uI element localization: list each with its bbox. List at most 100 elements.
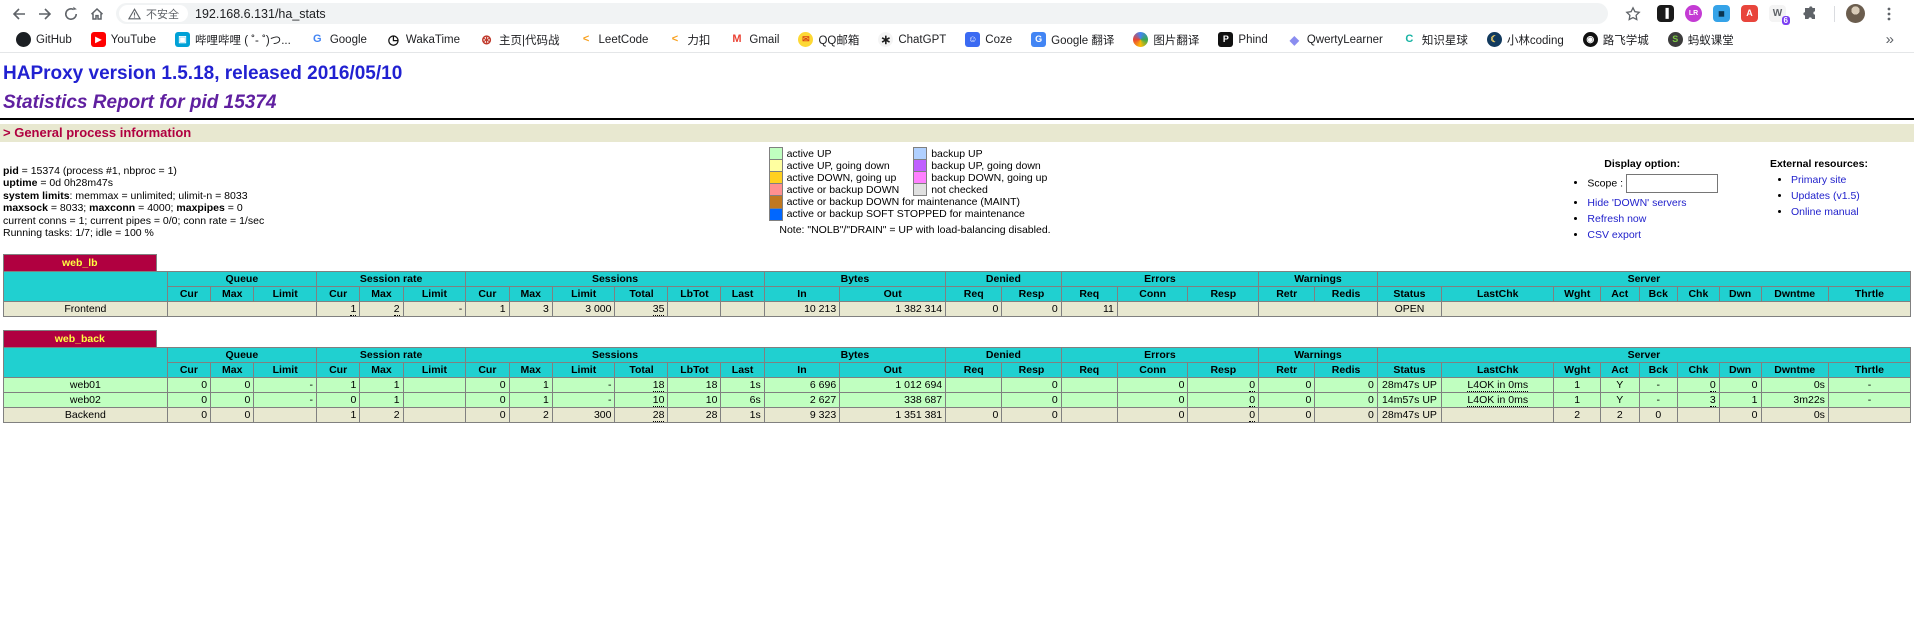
scope-input[interactable]	[1626, 174, 1718, 193]
stat-cell: 1	[509, 378, 552, 393]
security-chip-label: 不安全	[146, 6, 179, 22]
status-legend: active UPbackup UPactive UP, going downb…	[769, 144, 1062, 236]
tooltip-value: 3	[1710, 394, 1716, 407]
bookmark-item[interactable]: C知识星球	[1402, 32, 1468, 48]
stat-cell: L4OK in 0ms	[1442, 393, 1554, 408]
column-header: Limit	[552, 287, 615, 302]
stat-cell	[668, 302, 721, 317]
security-chip[interactable]: 不安全	[119, 5, 188, 22]
url-bar[interactable]: 不安全 192.168.6.131/ha_stats	[116, 3, 1608, 24]
column-header: LbTot	[668, 363, 721, 378]
stat-cell: 0	[1117, 393, 1188, 408]
stat-cell: 0	[1188, 378, 1259, 393]
bookmark-item[interactable]: ☺Coze	[965, 32, 1012, 47]
display-option-link[interactable]: Refresh now	[1587, 213, 1646, 225]
legend-swatch	[914, 184, 927, 196]
toolbar-divider	[1834, 6, 1835, 22]
google-favicon: G	[310, 32, 325, 47]
bookmark-item[interactable]: ◷WakaTime	[386, 32, 460, 47]
bookmark-item[interactable]: GGoogle 翻译	[1031, 32, 1114, 48]
screenshot-extension-icon[interactable]: ◼	[1713, 5, 1730, 22]
stat-cell: 9 323	[764, 408, 839, 423]
column-group-queue: Queue	[167, 272, 316, 287]
stat-cell: -	[552, 393, 615, 408]
bookmark-item[interactable]: ▶YouTube	[91, 32, 156, 47]
display-option-link[interactable]: Hide 'DOWN' servers	[1587, 197, 1686, 209]
youtube-favicon: ▶	[91, 32, 106, 47]
stat-cell: 35	[615, 302, 668, 317]
wappalyzer-extension-icon[interactable]: W6	[1769, 5, 1786, 22]
stat-cell: 11	[1061, 302, 1117, 317]
tooltip-value: 0	[1249, 394, 1255, 407]
bookmark-item[interactable]: ☾小林coding	[1487, 32, 1564, 48]
stat-cell: 0	[167, 393, 210, 408]
menu-kebab-icon[interactable]	[1876, 2, 1902, 26]
external-resource-link[interactable]: Online manual	[1791, 206, 1859, 218]
legend-label: active or backup DOWN for maintenance (M…	[782, 196, 1061, 209]
column-header: Wght	[1554, 287, 1601, 302]
bookmark-item[interactable]: ▣哔哩哔哩 ( ˚- ˚)つ...	[175, 32, 291, 48]
stat-cell	[1828, 408, 1910, 423]
translate-extension-icon[interactable]: A	[1741, 5, 1758, 22]
legend-label: active UP	[782, 148, 914, 160]
stat-cell: 2 627	[764, 393, 839, 408]
legend-swatch	[914, 172, 927, 184]
stat-cell	[946, 393, 1002, 408]
bookmark-item[interactable]: GitHub	[16, 32, 72, 47]
stat-cell: 0	[1259, 408, 1315, 423]
section-heading: > General process information	[0, 124, 1914, 142]
bookmark-star-icon[interactable]	[1620, 2, 1646, 26]
home-icon[interactable]	[84, 2, 110, 26]
side-panel-extension-icon[interactable]: ▐	[1657, 5, 1674, 22]
stat-cell: 1	[1719, 393, 1761, 408]
bookmarks-overflow-chevron[interactable]: »	[1886, 31, 1898, 48]
bookmark-label: 路飞学城	[1603, 32, 1649, 48]
stat-cell: -	[254, 393, 317, 408]
extensions-puzzle-icon[interactable]	[1797, 2, 1823, 26]
stat-cell: -	[1828, 378, 1910, 393]
process-info-line: maxsock = 8033; maxconn = 4000; maxpipes…	[3, 202, 769, 214]
profile-avatar[interactable]	[1846, 4, 1865, 23]
display-option-link[interactable]: CSV export	[1587, 229, 1641, 241]
stat-cell: 2	[509, 408, 552, 423]
forward-icon[interactable]	[32, 2, 58, 26]
lr-extension-icon[interactable]: LR	[1685, 5, 1702, 22]
stat-cell: 6s	[721, 393, 764, 408]
stat-cell: 0	[1315, 378, 1378, 393]
stat-cell	[403, 378, 466, 393]
stat-cell: 18	[668, 378, 721, 393]
stat-cell: 1	[316, 302, 359, 317]
stat-cell: -	[1828, 393, 1910, 408]
bookmark-item[interactable]: <力扣	[667, 32, 710, 48]
stat-cell: 300	[552, 408, 615, 423]
stats-table-web_lb: QueueSession rateSessionsBytesDeniedErro…	[3, 271, 1911, 317]
column-group-warnings: Warnings	[1259, 272, 1378, 287]
bookmark-item[interactable]: ◆QwertyLearner	[1287, 32, 1383, 47]
reload-icon[interactable]	[58, 2, 84, 26]
bookmark-item[interactable]: ◉路飞学城	[1583, 32, 1649, 48]
bookmark-item[interactable]: S蚂蚁课堂	[1668, 32, 1734, 48]
bookmark-item[interactable]: ∗ChatGPT	[878, 32, 946, 47]
column-header: Retr	[1259, 363, 1315, 378]
back-icon[interactable]	[6, 2, 32, 26]
stat-cell: 14m57s UP	[1377, 393, 1441, 408]
legend-label: active UP, going down	[782, 160, 914, 172]
bookmark-item[interactable]: GGoogle	[310, 32, 367, 47]
page-title[interactable]: HAProxy version 1.5.18, released 2016/05…	[3, 63, 1914, 85]
bookmark-item[interactable]: 图片翻译	[1133, 32, 1199, 48]
bookmark-item[interactable]: <LeetCode	[579, 32, 649, 47]
bookmark-item[interactable]: ✉QQ邮箱	[798, 32, 859, 48]
stat-cell: 28m47s UP	[1377, 408, 1441, 423]
column-header: Conn	[1117, 287, 1188, 302]
stats-row-web02: web0200-0101-10106s2 627338 6870000014m5…	[4, 393, 1911, 408]
legend-swatch	[769, 196, 782, 209]
bookmark-item[interactable]: MGmail	[729, 32, 779, 47]
external-resource-link[interactable]: Primary site	[1791, 174, 1846, 186]
browser-toolbar: 不安全 192.168.6.131/ha_stats ▐ LR ◼ A W6	[0, 0, 1914, 27]
stat-cell	[1117, 302, 1258, 317]
bookmark-item[interactable]: PPhind	[1218, 32, 1267, 47]
bookmark-item[interactable]: ⊛主页|代码战	[479, 32, 560, 48]
stat-cell: 0	[946, 408, 1002, 423]
external-resource-link[interactable]: Updates (v1.5)	[1791, 190, 1860, 202]
column-header: Limit	[403, 363, 466, 378]
